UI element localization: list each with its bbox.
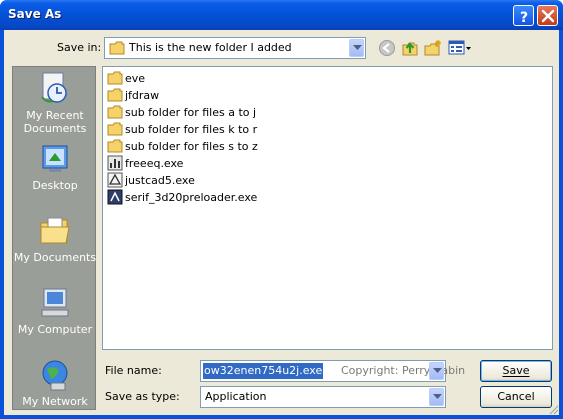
chevron-down-icon (433, 394, 442, 399)
folder-icon (107, 105, 123, 119)
save-in-value: This is the new folder I added (129, 41, 292, 54)
cancel-button-label: Cancel (497, 390, 535, 403)
save-as-type-dropdown-arrow[interactable] (429, 388, 444, 406)
save-in-label: Save in: (57, 41, 102, 54)
close-button[interactable] (537, 5, 558, 26)
views-menu-icon[interactable] (448, 39, 472, 57)
save-as-type-label: Save as type: (105, 390, 180, 403)
place-label: Desktop (32, 179, 78, 192)
chevron-down-icon (433, 368, 442, 373)
cancel-button[interactable]: Cancel (480, 386, 552, 408)
svg-text:?: ? (520, 10, 528, 26)
file-name: justcad5.exe (125, 174, 195, 187)
up-folder-icon[interactable] (401, 39, 419, 57)
place-label: My Computer (17, 323, 93, 336)
place-label: My Documents (13, 251, 97, 264)
places-bar: My Recent Documents Desktop My Documents (12, 66, 96, 410)
equalizer-app-icon (107, 155, 123, 171)
file-name-value: ow32enen754u2j.exe (203, 363, 324, 379)
save-in-dropdown-arrow[interactable] (349, 39, 364, 57)
place-label: My Network (22, 395, 88, 408)
save-in-dropdown[interactable]: This is the new folder I added (104, 37, 366, 59)
chevron-down-icon (353, 45, 362, 50)
file-name-dropdown-arrow[interactable] (429, 362, 444, 380)
resize-grip-icon[interactable] (547, 403, 559, 415)
cad-app-icon (107, 172, 123, 188)
place-my-network[interactable]: My Network (13, 357, 97, 411)
file-name: serif_3d20preloader.exe (125, 191, 258, 204)
new-folder-icon[interactable] (424, 39, 442, 57)
save-as-type-dropdown[interactable]: Application (200, 386, 446, 408)
place-label: My Recent Documents (23, 109, 87, 135)
folder-icon (109, 41, 125, 55)
serif-app-icon (107, 189, 123, 205)
folder-icon (107, 88, 123, 102)
title-bar[interactable]: Save As ? (0, 0, 563, 30)
file-name: sub folder for files k to r (125, 123, 258, 136)
back-icon[interactable] (378, 39, 396, 57)
save-as-type-value: Application (205, 390, 267, 403)
my-documents-icon (40, 217, 70, 244)
folder-icon (107, 122, 123, 136)
recent-documents-icon (41, 72, 67, 103)
save-as-dialog: Save As ? Save in: This is the new folde… (0, 0, 563, 419)
close-icon (541, 9, 555, 23)
save-button[interactable]: Save (480, 360, 552, 382)
help-icon: ? (520, 10, 528, 26)
my-computer-icon (41, 288, 69, 317)
place-desktop[interactable]: Desktop (13, 141, 97, 195)
file-name-input[interactable]: ow32enen754u2j.exe Copyright: Perry Babi… (200, 360, 465, 382)
place-my-recent-documents[interactable]: My Recent Documents (13, 71, 97, 135)
desktop-icon (42, 145, 68, 172)
file-list[interactable]: eve jfdraw sub folder for files a to j s… (102, 66, 553, 350)
watermark-text: Copyright: Perry Babin (341, 364, 466, 377)
my-network-icon (42, 360, 68, 391)
file-name: jfdraw (125, 89, 160, 102)
place-my-documents[interactable]: My Documents (13, 213, 97, 267)
folder-icon (107, 71, 123, 85)
file-name: eve (125, 72, 146, 85)
file-name-label: File name: (105, 364, 162, 377)
window-title: Save As (8, 7, 62, 21)
help-button[interactable]: ? (513, 5, 534, 26)
file-name: sub folder for files s to z (125, 140, 258, 153)
file-name: freeeq.exe (125, 157, 184, 170)
folder-icon (107, 139, 123, 153)
place-my-computer[interactable]: My Computer (13, 285, 97, 339)
dialog-body: Save in: This is the new folder I added (4, 30, 559, 415)
file-name: sub folder for files a to j (125, 106, 257, 119)
save-button-label: Save (502, 364, 530, 377)
